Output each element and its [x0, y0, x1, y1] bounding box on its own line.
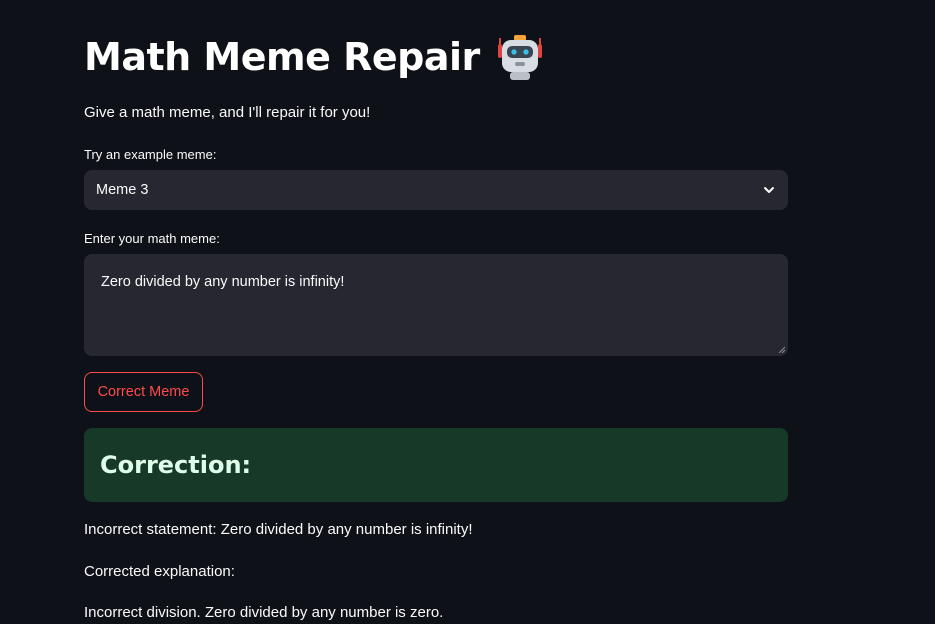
chevron-down-icon[interactable] — [762, 183, 776, 197]
example-select-label: Try an example meme: — [84, 147, 217, 162]
correction-heading: Correction: — [100, 451, 252, 479]
robot-icon — [497, 35, 542, 80]
page-subtitle: Give a math meme, and I'll repair it for… — [84, 104, 371, 121]
meme-text-area-value: Zero divided by any number is infinity! — [101, 274, 345, 290]
correct-meme-button[interactable]: Correct Meme — [84, 372, 203, 412]
example-meme-select[interactable]: Meme 3 — [84, 170, 788, 210]
title-row: Math Meme Repair — [84, 32, 544, 82]
explanation-text: Incorrect division. Zero divided by any … — [84, 604, 444, 621]
incorrect-statement-text: Incorrect statement: Zero divided by any… — [84, 521, 473, 538]
meme-input-label: Enter your math meme: — [84, 231, 220, 246]
correction-alert: Correction: — [84, 428, 788, 502]
example-meme-select-value: Meme 3 — [96, 182, 149, 198]
explanation-label: Corrected explanation: — [84, 563, 235, 580]
resize-handle-icon[interactable] — [776, 344, 786, 354]
meme-text-area[interactable]: Zero divided by any number is infinity! — [84, 254, 788, 356]
page-title: Math Meme Repair — [84, 35, 480, 79]
